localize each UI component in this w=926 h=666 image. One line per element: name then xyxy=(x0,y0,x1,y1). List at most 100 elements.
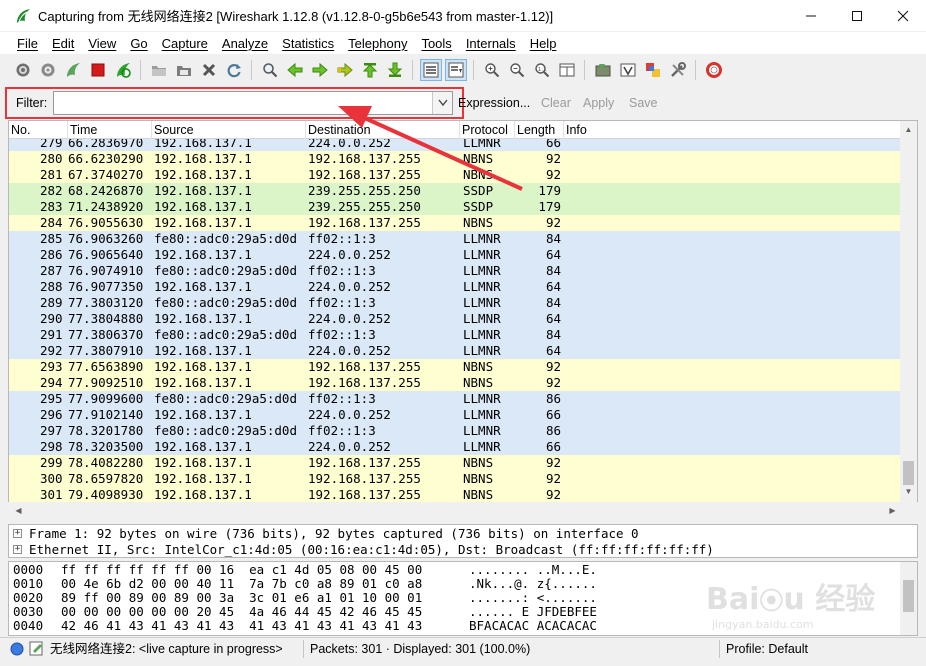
scroll-thumb[interactable] xyxy=(903,461,914,485)
table-row[interactable]: 295 77.9099600 fe80::adc0:29a5:d0d ff02::1:… xyxy=(9,391,901,407)
menu-telephony[interactable]: Telephony xyxy=(341,36,414,51)
table-row[interactable]: 282 68.2426870 192.168.137.1 239.255.255.25… xyxy=(9,183,901,199)
save-file-icon[interactable] xyxy=(173,59,195,81)
capture-filters-icon[interactable] xyxy=(592,59,614,81)
menu-tools[interactable]: Tools xyxy=(414,36,458,51)
auto-scroll-icon[interactable] xyxy=(444,59,467,81)
coloring-rules-icon[interactable] xyxy=(642,59,664,81)
restart-capture-icon[interactable] xyxy=(112,59,134,81)
table-row[interactable]: 292 77.3807910 192.168.137.1 224.0.0.252 LLM… xyxy=(9,343,901,359)
capture-options-icon[interactable] xyxy=(37,59,59,81)
save-filter-button[interactable]: Save xyxy=(629,96,658,110)
table-row[interactable]: 280 66.6230290 192.168.137.1 192.168.137.25… xyxy=(9,151,901,167)
col-no-header[interactable]: No. xyxy=(9,121,68,139)
open-file-icon[interactable] xyxy=(148,59,170,81)
col-length-header[interactable]: Length xyxy=(515,121,564,139)
col-protocol-header[interactable]: Protocol xyxy=(460,121,515,139)
table-row[interactable]: 286 76.9065640 192.168.137.1 224.0.0.252 LLM… xyxy=(9,247,901,263)
normal-size-icon[interactable]: 1:1 xyxy=(531,59,553,81)
col-destination-header[interactable]: Destination xyxy=(306,121,460,139)
filter-input[interactable] xyxy=(53,91,453,115)
scroll-thumb[interactable] xyxy=(903,580,914,612)
table-row[interactable]: 287 76.9074910 fe80::adc0:29a5:d0d ff02::1:… xyxy=(9,263,901,279)
expand-icon[interactable]: + xyxy=(13,545,22,554)
byte-ascii: .......: <....... xyxy=(469,590,597,605)
table-row[interactable]: 285 76.9063260 fe80::adc0:29a5:d0d ff02::1:… xyxy=(9,231,901,247)
go-to-packet-icon[interactable] xyxy=(334,59,356,81)
capture-comment-icon[interactable] xyxy=(29,641,44,656)
expert-info-icon[interactable] xyxy=(10,642,24,656)
start-capture-icon[interactable] xyxy=(62,59,84,81)
help-icon[interactable] xyxy=(703,59,725,81)
table-row[interactable]: 297 78.3201780 fe80::adc0:29a5:d0d ff02::1:… xyxy=(9,423,901,439)
menu-internals[interactable]: Internals xyxy=(459,36,523,51)
menu-edit[interactable]: Edit xyxy=(45,36,81,51)
cell-no: 299 xyxy=(40,455,63,470)
interface-list-icon[interactable] xyxy=(12,59,34,81)
clear-button[interactable]: Clear xyxy=(541,96,571,110)
table-row[interactable]: 283 71.2438920 192.168.137.1 239.255.255.25… xyxy=(9,199,901,215)
col-source-header[interactable]: Source xyxy=(152,121,306,139)
cell-no: 289 xyxy=(40,295,63,310)
byte-hex: ff ff ff ff ff ff 00 16 ea c1 4d 05 08 0… xyxy=(61,562,423,577)
bytes-scrollbar[interactable] xyxy=(900,562,917,635)
cell-destination: 192.168.137.255 xyxy=(308,455,421,470)
close-file-icon[interactable] xyxy=(198,59,220,81)
go-back-icon[interactable] xyxy=(284,59,306,81)
zoom-in-icon[interactable] xyxy=(481,59,503,81)
table-row[interactable]: 296 77.9102140 192.168.137.1 224.0.0.252 LLM… xyxy=(9,407,901,423)
maximize-button[interactable] xyxy=(834,0,880,32)
table-row[interactable]: 293 77.6563890 192.168.137.1 192.168.137.25… xyxy=(9,359,901,375)
table-row[interactable]: 284 76.9055630 192.168.137.1 192.168.137.25… xyxy=(9,215,901,231)
expand-icon[interactable]: + xyxy=(13,529,22,538)
cell-destination: 224.0.0.252 xyxy=(308,407,391,422)
filter-dropdown-button[interactable] xyxy=(432,92,452,114)
resize-columns-icon[interactable] xyxy=(556,59,578,81)
packet-list-hscrollbar[interactable]: ◀ ▶ xyxy=(8,502,918,519)
packet-list-scrollbar[interactable]: ▲ ▼ xyxy=(900,121,917,517)
menu-analyze[interactable]: Analyze xyxy=(215,36,275,51)
colorize-icon[interactable] xyxy=(419,59,442,81)
menu-statistics[interactable]: Statistics xyxy=(275,36,341,51)
apply-button[interactable]: Apply xyxy=(583,96,614,110)
profile-selector[interactable]: Profile: Default xyxy=(726,638,808,660)
cell-source: 192.168.137.1 xyxy=(154,359,252,374)
find-packet-icon[interactable] xyxy=(259,59,281,81)
stop-capture-icon[interactable] xyxy=(87,59,109,81)
expression-button[interactable]: Expression... xyxy=(458,96,530,110)
menu-file[interactable]: File xyxy=(10,36,45,51)
table-row[interactable]: 299 78.4082280 192.168.137.1 192.168.137.25… xyxy=(9,455,901,471)
menu-help[interactable]: Help xyxy=(523,36,564,51)
table-row[interactable]: 298 78.3203500 192.168.137.1 224.0.0.252 LLM… xyxy=(9,439,901,455)
menu-go[interactable]: Go xyxy=(123,36,154,51)
go-forward-icon[interactable] xyxy=(309,59,331,81)
go-first-icon[interactable] xyxy=(359,59,381,81)
table-row[interactable]: 291 77.3806370 fe80::adc0:29a5:d0d ff02::1:… xyxy=(9,327,901,343)
cell-no: 294 xyxy=(40,375,63,390)
cell-time: 77.3803120 xyxy=(68,295,144,310)
display-filters-icon[interactable] xyxy=(617,59,639,81)
reload-icon[interactable] xyxy=(223,59,245,81)
cell-source: fe80::adc0:29a5:d0d xyxy=(154,295,297,310)
cell-protocol: NBNS xyxy=(463,375,494,390)
scroll-down-icon[interactable]: ▼ xyxy=(900,483,917,500)
table-row[interactable]: 294 77.9092510 192.168.137.1 192.168.137.25… xyxy=(9,375,901,391)
close-window-button[interactable] xyxy=(880,0,926,32)
preferences-icon[interactable] xyxy=(667,59,689,81)
menu-capture[interactable]: Capture xyxy=(155,36,215,51)
zoom-out-icon[interactable] xyxy=(506,59,528,81)
col-info-header[interactable]: Info xyxy=(564,121,901,139)
col-time-header[interactable]: Time xyxy=(68,121,152,139)
scroll-up-icon[interactable]: ▲ xyxy=(900,121,917,138)
scroll-right-icon[interactable]: ▶ xyxy=(884,502,901,519)
table-row[interactable]: 300 78.6597820 192.168.137.1 192.168.137.25… xyxy=(9,471,901,487)
scroll-left-icon[interactable]: ◀ xyxy=(10,502,27,519)
table-row[interactable]: 301 79.4098930 192.168.137.1 192.168.137.25… xyxy=(9,487,901,503)
table-row[interactable]: 290 77.3804880 192.168.137.1 224.0.0.252 LLM… xyxy=(9,311,901,327)
go-last-icon[interactable] xyxy=(384,59,406,81)
table-row[interactable]: 289 77.3803120 fe80::adc0:29a5:d0d ff02::1:… xyxy=(9,295,901,311)
minimize-button[interactable] xyxy=(788,0,834,32)
table-row[interactable]: 281 67.3740270 192.168.137.1 192.168.137.25… xyxy=(9,167,901,183)
table-row[interactable]: 288 76.9077350 192.168.137.1 224.0.0.252 LLM… xyxy=(9,279,901,295)
menu-view[interactable]: View xyxy=(81,36,123,51)
